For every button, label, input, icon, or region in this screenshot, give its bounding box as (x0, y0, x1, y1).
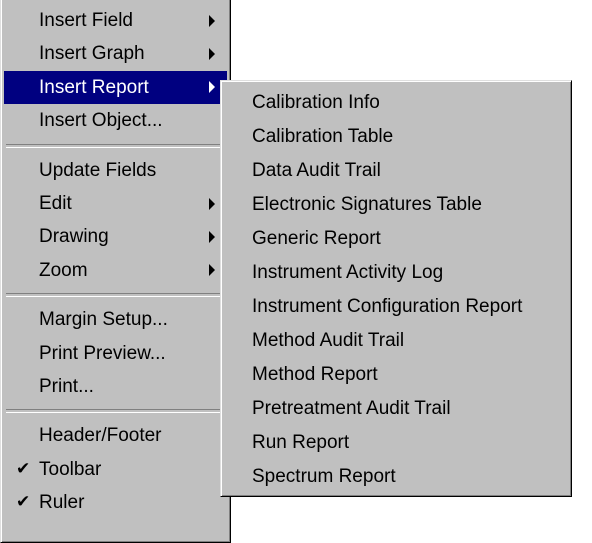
context-menu: Insert Field Insert Graph Insert Report … (0, 0, 231, 543)
submenu-item-run-report[interactable]: Run Report (224, 426, 568, 460)
chevron-right-icon (209, 48, 215, 61)
submenu-item-calibration-info[interactable]: Calibration Info (224, 86, 568, 120)
submenu-item-generic-report[interactable]: Generic Report (224, 222, 568, 256)
chevron-right-icon (209, 231, 215, 244)
submenu-item-instrument-activity-log[interactable]: Instrument Activity Log (224, 256, 568, 290)
menu-item-label: Margin Setup... (39, 309, 168, 331)
submenu-item-label: Calibration Info (252, 92, 380, 113)
chevron-right-icon (209, 14, 215, 27)
menu-item-insert-graph[interactable]: Insert Graph (4, 37, 227, 70)
submenu-item-label: Pretreatment Audit Trail (252, 398, 451, 419)
submenu-item-label: Method Report (252, 364, 378, 385)
menu-item-label: Drawing (39, 226, 109, 248)
menu-item-insert-report[interactable]: Insert Report (4, 70, 227, 105)
menu-item-label: Zoom (39, 259, 88, 281)
menu-item-label: Insert Object... (39, 110, 163, 132)
menu-item-label: Update Fields (39, 159, 157, 181)
menu-item-label: Print Preview... (39, 342, 166, 364)
checkmark-icon: ✔ (16, 492, 31, 513)
checkmark-icon: ✔ (16, 458, 31, 479)
menu-item-margin-setup[interactable]: Margin Setup... (4, 303, 227, 336)
submenu-item-data-audit-trail[interactable]: Data Audit Trail (224, 154, 568, 188)
submenu-item-label: Data Audit Trail (252, 160, 381, 181)
menu-item-label: Insert Report (39, 76, 149, 98)
insert-report-submenu: Calibration Info Calibration Table Data … (220, 80, 572, 497)
menu-separator (6, 409, 225, 414)
submenu-item-method-audit-trail[interactable]: Method Audit Trail (224, 324, 568, 358)
menu-item-label: Ruler (39, 492, 85, 514)
menu-item-drawing[interactable]: Drawing (4, 220, 227, 253)
submenu-item-spectrum-report[interactable]: Spectrum Report (224, 460, 568, 494)
menu-item-label: Edit (39, 192, 72, 214)
menu-separator (6, 143, 225, 148)
submenu-item-label: Run Report (252, 432, 350, 453)
menu-item-edit[interactable]: Edit (4, 187, 227, 220)
menu-item-label: Header/Footer (39, 425, 162, 447)
menu-item-print-preview[interactable]: Print Preview... (4, 337, 227, 370)
submenu-item-instrument-configuration-report[interactable]: Instrument Configuration Report (224, 290, 568, 324)
menu-item-header-footer[interactable]: Header/Footer (4, 419, 227, 452)
menu-item-zoom[interactable]: Zoom (4, 254, 227, 287)
menu-item-label: Toolbar (39, 458, 102, 480)
submenu-item-calibration-table[interactable]: Calibration Table (224, 120, 568, 154)
submenu-item-pretreatment-audit-trail[interactable]: Pretreatment Audit Trail (224, 392, 568, 426)
submenu-item-electronic-signatures-table[interactable]: Electronic Signatures Table (224, 188, 568, 222)
menu-item-insert-object[interactable]: Insert Object... (4, 104, 227, 137)
submenu-item-label: Electronic Signatures Table (252, 194, 482, 215)
chevron-right-icon (209, 197, 215, 210)
submenu-item-label: Instrument Activity Log (252, 262, 444, 283)
menu-item-label: Insert Field (39, 10, 133, 31)
menu-item-print[interactable]: Print... (4, 370, 227, 403)
menu-item-label: Print... (39, 375, 94, 397)
submenu-item-label: Spectrum Report (252, 466, 396, 487)
menu-item-label: Insert Graph (39, 43, 145, 65)
menu-item-ruler[interactable]: ✔ Ruler (4, 486, 227, 519)
chevron-right-icon (209, 264, 215, 277)
submenu-item-method-report[interactable]: Method Report (224, 358, 568, 392)
menu-item-insert-field[interactable]: Insert Field (4, 4, 227, 37)
submenu-item-label: Calibration Table (252, 126, 394, 147)
submenu-item-label: Method Audit Trail (252, 330, 405, 351)
submenu-item-label: Instrument Configuration Report (252, 296, 523, 317)
menu-item-toolbar[interactable]: ✔ Toolbar (4, 453, 227, 486)
menu-item-update-fields[interactable]: Update Fields (4, 154, 227, 187)
menu-separator (6, 293, 225, 298)
chevron-right-icon (209, 81, 215, 94)
submenu-item-label: Generic Report (252, 228, 381, 249)
